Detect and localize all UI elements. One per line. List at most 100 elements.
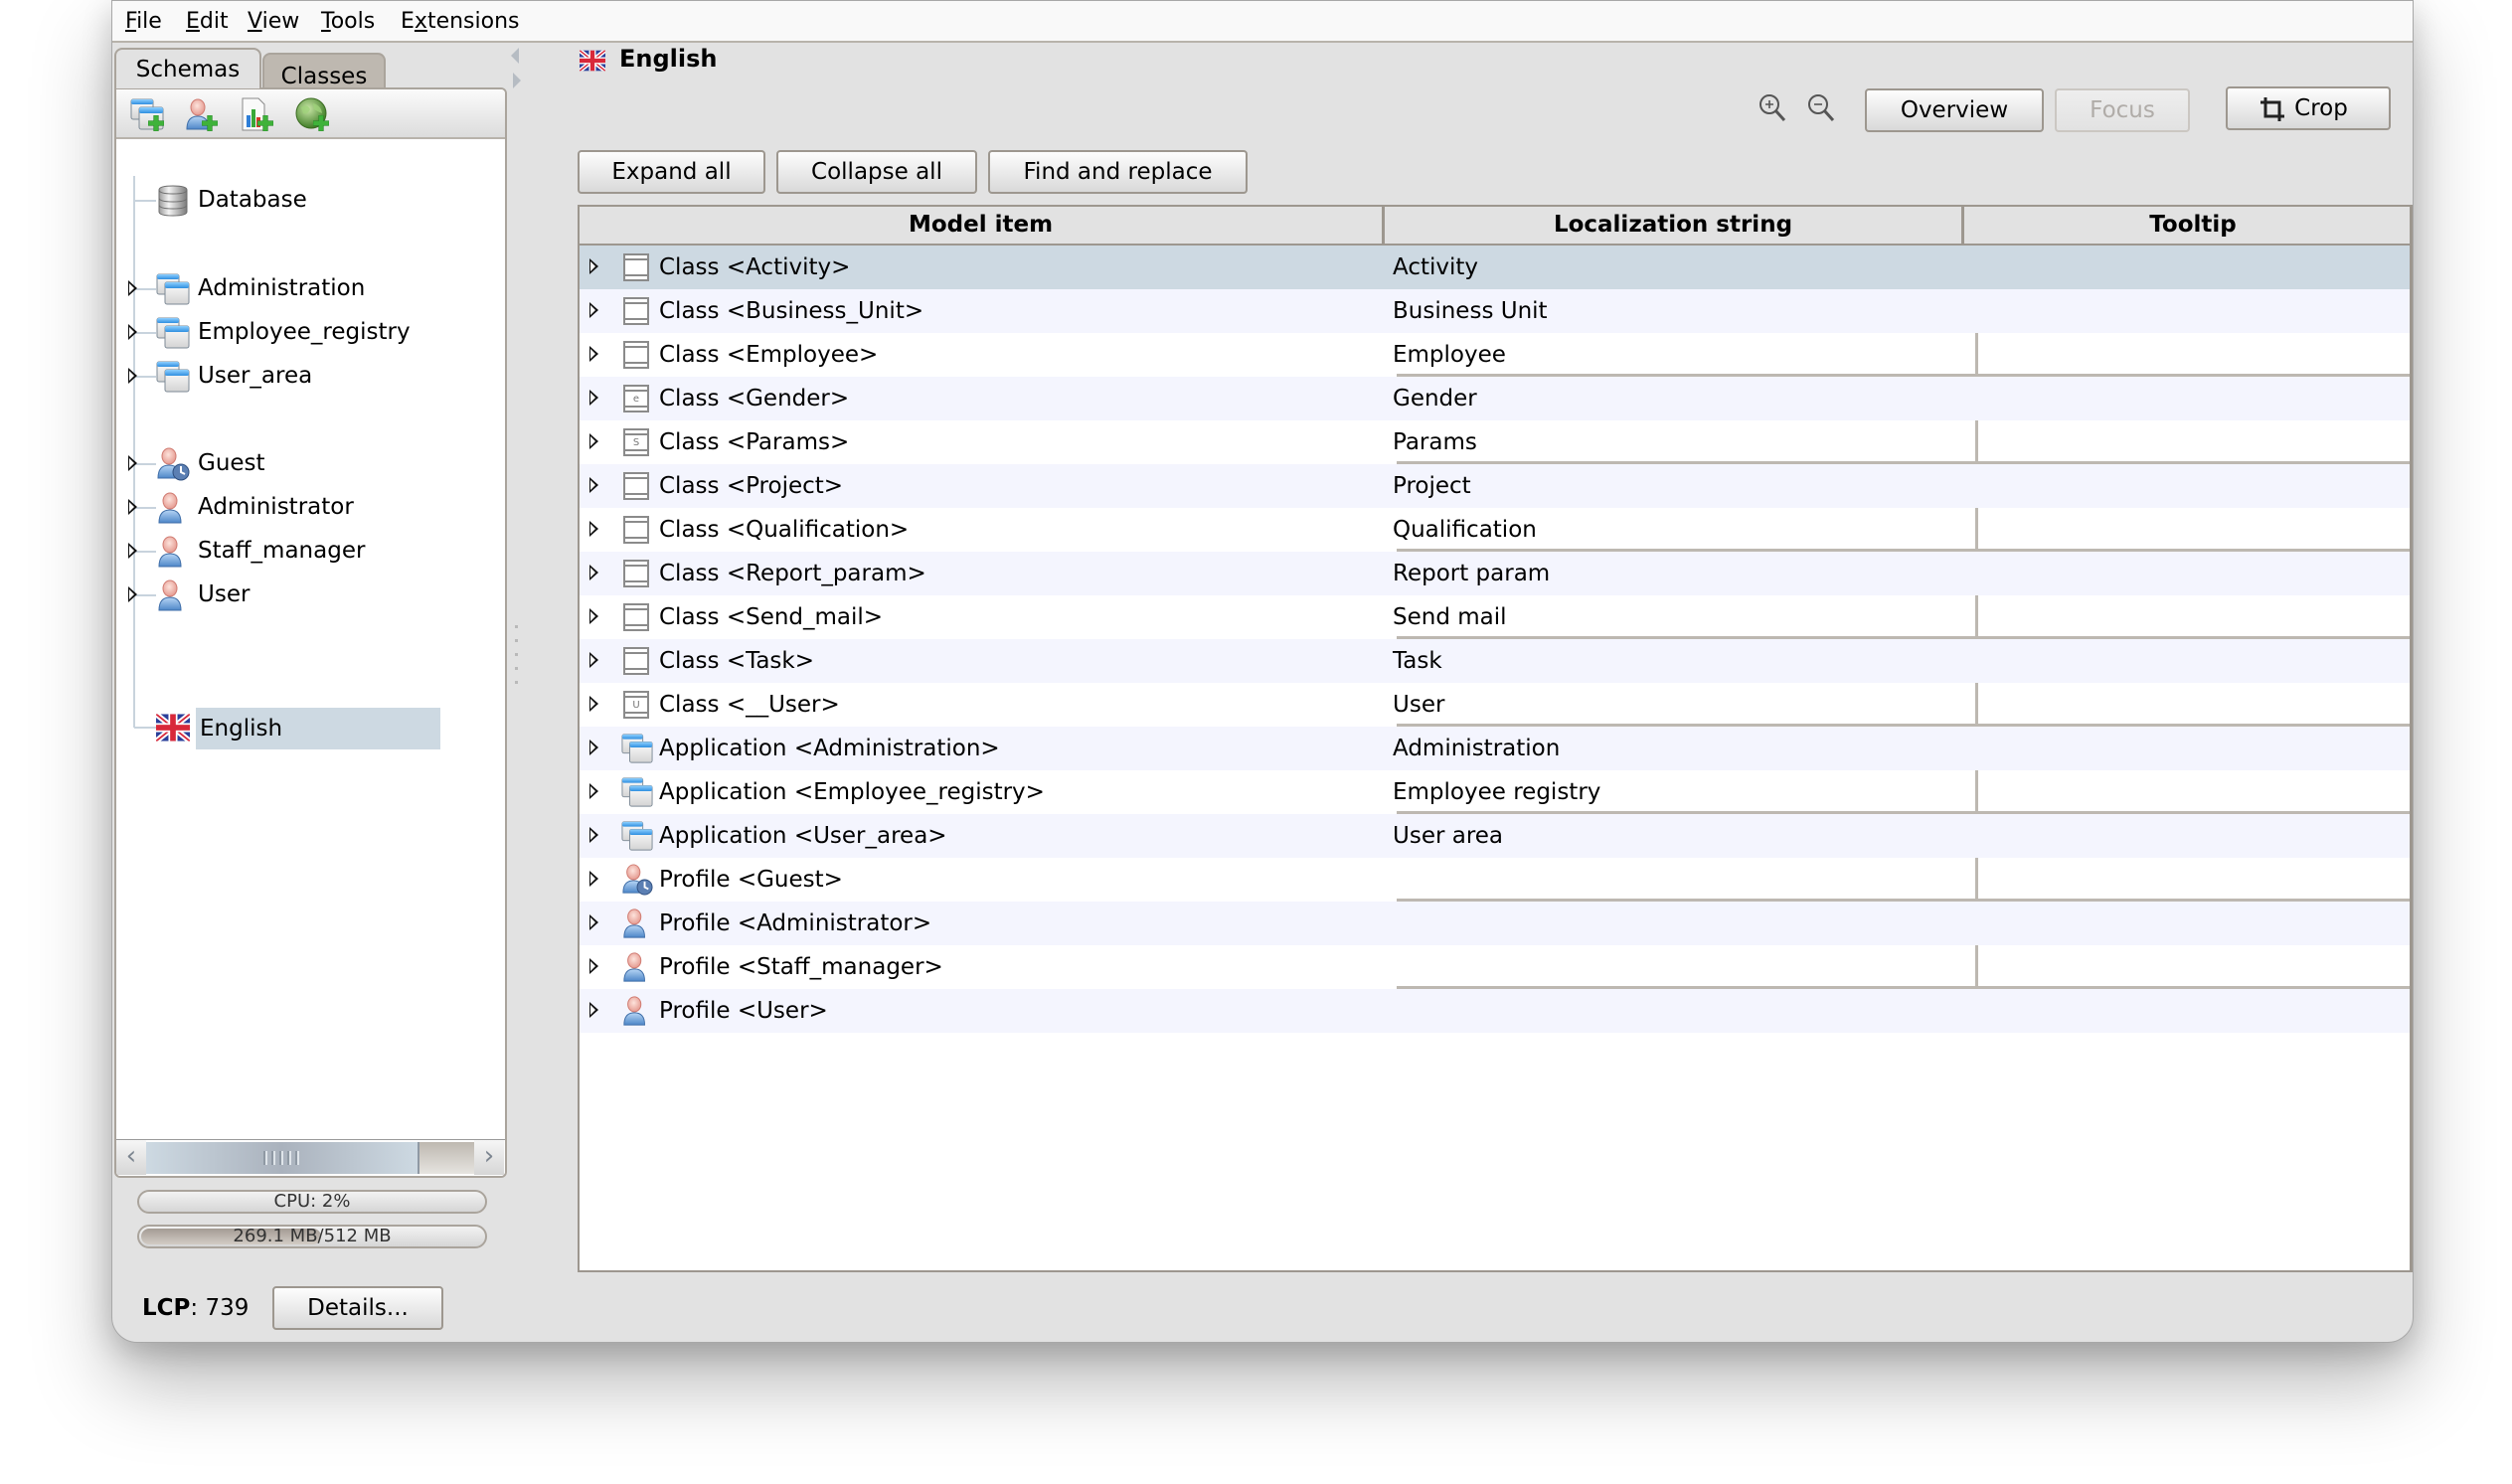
localization-string[interactable]: User area: [1393, 823, 1503, 849]
collapse-left-arrow-icon[interactable]: [511, 48, 519, 64]
crop-button[interactable]: Crop: [2226, 86, 2391, 130]
table-row[interactable]: Class <Project> Project: [580, 464, 2410, 508]
tab-schemas[interactable]: Schemas: [114, 48, 261, 88]
collapse-all-button[interactable]: Collapse all: [776, 150, 977, 194]
column-header-localization-string[interactable]: Localization string: [1385, 207, 1964, 244]
tree-item-database[interactable]: Database: [116, 181, 505, 221]
tree-item-application[interactable]: Employee_registry: [116, 313, 505, 353]
expand-arrow-icon[interactable]: [128, 543, 137, 559]
expand-arrow-icon[interactable]: [589, 302, 598, 318]
expand-arrow-icon[interactable]: [589, 652, 598, 668]
splitter-grip[interactable]: [515, 625, 521, 685]
scrollbar-track[interactable]: [419, 1142, 474, 1174]
table-row[interactable]: Class <Employee> Employee: [580, 333, 2410, 377]
menu-file[interactable]: File: [125, 9, 162, 34]
expand-arrow-icon[interactable]: [589, 477, 598, 493]
localization-string[interactable]: Send mail: [1393, 604, 1507, 630]
tree-item-application[interactable]: Administration: [116, 269, 505, 309]
expand-arrow-icon[interactable]: [128, 586, 137, 602]
localization-string[interactable]: User: [1393, 692, 1444, 718]
expand-arrow-icon[interactable]: [589, 783, 598, 799]
menu-tools[interactable]: Tools: [321, 9, 375, 34]
add-application-icon[interactable]: [130, 97, 164, 131]
expand-arrow-icon[interactable]: [589, 346, 598, 362]
table-row[interactable]: Profile <Guest>: [580, 858, 2410, 902]
expand-arrow-icon[interactable]: [128, 499, 137, 515]
table-row[interactable]: Class <Send_mail> Send mail: [580, 595, 2410, 639]
table-row[interactable]: Profile <User>: [580, 989, 2410, 1033]
tree-item-profile[interactable]: Staff_manager: [116, 532, 505, 572]
expand-arrow-icon[interactable]: [128, 368, 137, 384]
table-row[interactable]: Class <Qualification> Qualification: [580, 508, 2410, 552]
column-header-model-item[interactable]: Model item: [580, 207, 1385, 244]
table-row[interactable]: Class <Business_Unit> Business Unit: [580, 289, 2410, 333]
add-report-icon[interactable]: [240, 97, 273, 131]
tree-item-profile[interactable]: Administrator: [116, 488, 505, 528]
details-button[interactable]: Details...: [272, 1286, 443, 1330]
table-row[interactable]: Class <Task> Task: [580, 639, 2410, 683]
expand-arrow-icon[interactable]: [589, 740, 598, 755]
table-row[interactable]: Application <Administration> Administrati…: [580, 727, 2410, 770]
expand-all-button[interactable]: Expand all: [578, 150, 765, 194]
scroll-left-button[interactable]: ‹: [116, 1140, 146, 1175]
menu-edit[interactable]: Edit: [186, 9, 229, 34]
expand-arrow-icon[interactable]: [589, 608, 598, 624]
table-row[interactable]: Class <Activity> Activity: [580, 246, 2410, 289]
table-row[interactable]: S Class <Params> Params: [580, 420, 2410, 464]
tooltip-cell[interactable]: [1975, 595, 2410, 639]
localization-string[interactable]: Task: [1393, 648, 1442, 674]
expand-right-arrow-icon[interactable]: [513, 73, 521, 88]
tooltip-cell[interactable]: [1975, 508, 2410, 552]
tree-item-application[interactable]: User_area: [116, 357, 505, 397]
expand-arrow-icon[interactable]: [589, 565, 598, 580]
add-profile-icon[interactable]: [184, 97, 218, 131]
table-row[interactable]: Class <Report_param> Report param: [580, 552, 2410, 595]
expand-arrow-icon[interactable]: [589, 914, 598, 930]
focus-button[interactable]: Focus: [2055, 88, 2190, 132]
tooltip-cell[interactable]: [1975, 858, 2410, 902]
expand-arrow-icon[interactable]: [589, 521, 598, 537]
localization-string[interactable]: Business Unit: [1393, 298, 1548, 324]
localization-string[interactable]: Qualification: [1393, 517, 1537, 543]
localization-cell[interactable]: [1397, 683, 1975, 727]
expand-arrow-icon[interactable]: [128, 455, 137, 471]
column-header-tooltip[interactable]: Tooltip: [1964, 207, 2410, 244]
tooltip-cell[interactable]: [1975, 333, 2410, 377]
localization-string[interactable]: Report param: [1393, 561, 1550, 586]
expand-arrow-icon[interactable]: [589, 433, 598, 449]
tooltip-cell[interactable]: [1975, 683, 2410, 727]
tree-item-profile[interactable]: Guest: [116, 444, 505, 484]
add-localization-icon[interactable]: [295, 97, 329, 131]
tooltip-cell[interactable]: [1975, 945, 2410, 989]
table-row[interactable]: Profile <Administrator>: [580, 902, 2410, 945]
find-and-replace-button[interactable]: Find and replace: [988, 150, 1248, 194]
localization-string[interactable]: Params: [1393, 429, 1477, 455]
localization-string[interactable]: Project: [1393, 473, 1471, 499]
expand-arrow-icon[interactable]: [589, 871, 598, 887]
zoom-in-icon[interactable]: [1758, 92, 1787, 126]
expand-arrow-icon[interactable]: [589, 958, 598, 974]
menu-view[interactable]: View: [248, 9, 299, 34]
localization-string[interactable]: Activity: [1393, 254, 1478, 280]
overview-button[interactable]: Overview: [1865, 88, 2044, 132]
localization-string[interactable]: Employee registry: [1393, 779, 1600, 805]
localization-cell[interactable]: [1397, 420, 1975, 464]
expand-arrow-icon[interactable]: [128, 324, 137, 340]
localization-string[interactable]: Administration: [1393, 736, 1560, 761]
menu-extensions[interactable]: Extensions: [401, 9, 519, 34]
expand-arrow-icon[interactable]: [589, 258, 598, 274]
expand-arrow-icon[interactable]: [128, 280, 137, 296]
expand-arrow-icon[interactable]: [589, 1002, 598, 1018]
scrollbar-thumb[interactable]: [146, 1142, 419, 1174]
table-row[interactable]: Application <Employee_registry> Employee …: [580, 770, 2410, 814]
horizontal-scrollbar[interactable]: ‹ ›: [116, 1139, 505, 1176]
localization-string[interactable]: Gender: [1393, 386, 1477, 412]
table-row[interactable]: Application <User_area> User area: [580, 814, 2410, 858]
tree-item-localization[interactable]: English: [116, 708, 505, 749]
scroll-right-button[interactable]: ›: [474, 1140, 504, 1175]
localization-string[interactable]: Employee: [1393, 342, 1506, 368]
table-row[interactable]: U Class <__User> User: [580, 683, 2410, 727]
tooltip-cell[interactable]: [1975, 770, 2410, 814]
expand-arrow-icon[interactable]: [589, 696, 598, 712]
expand-arrow-icon[interactable]: [589, 390, 598, 406]
